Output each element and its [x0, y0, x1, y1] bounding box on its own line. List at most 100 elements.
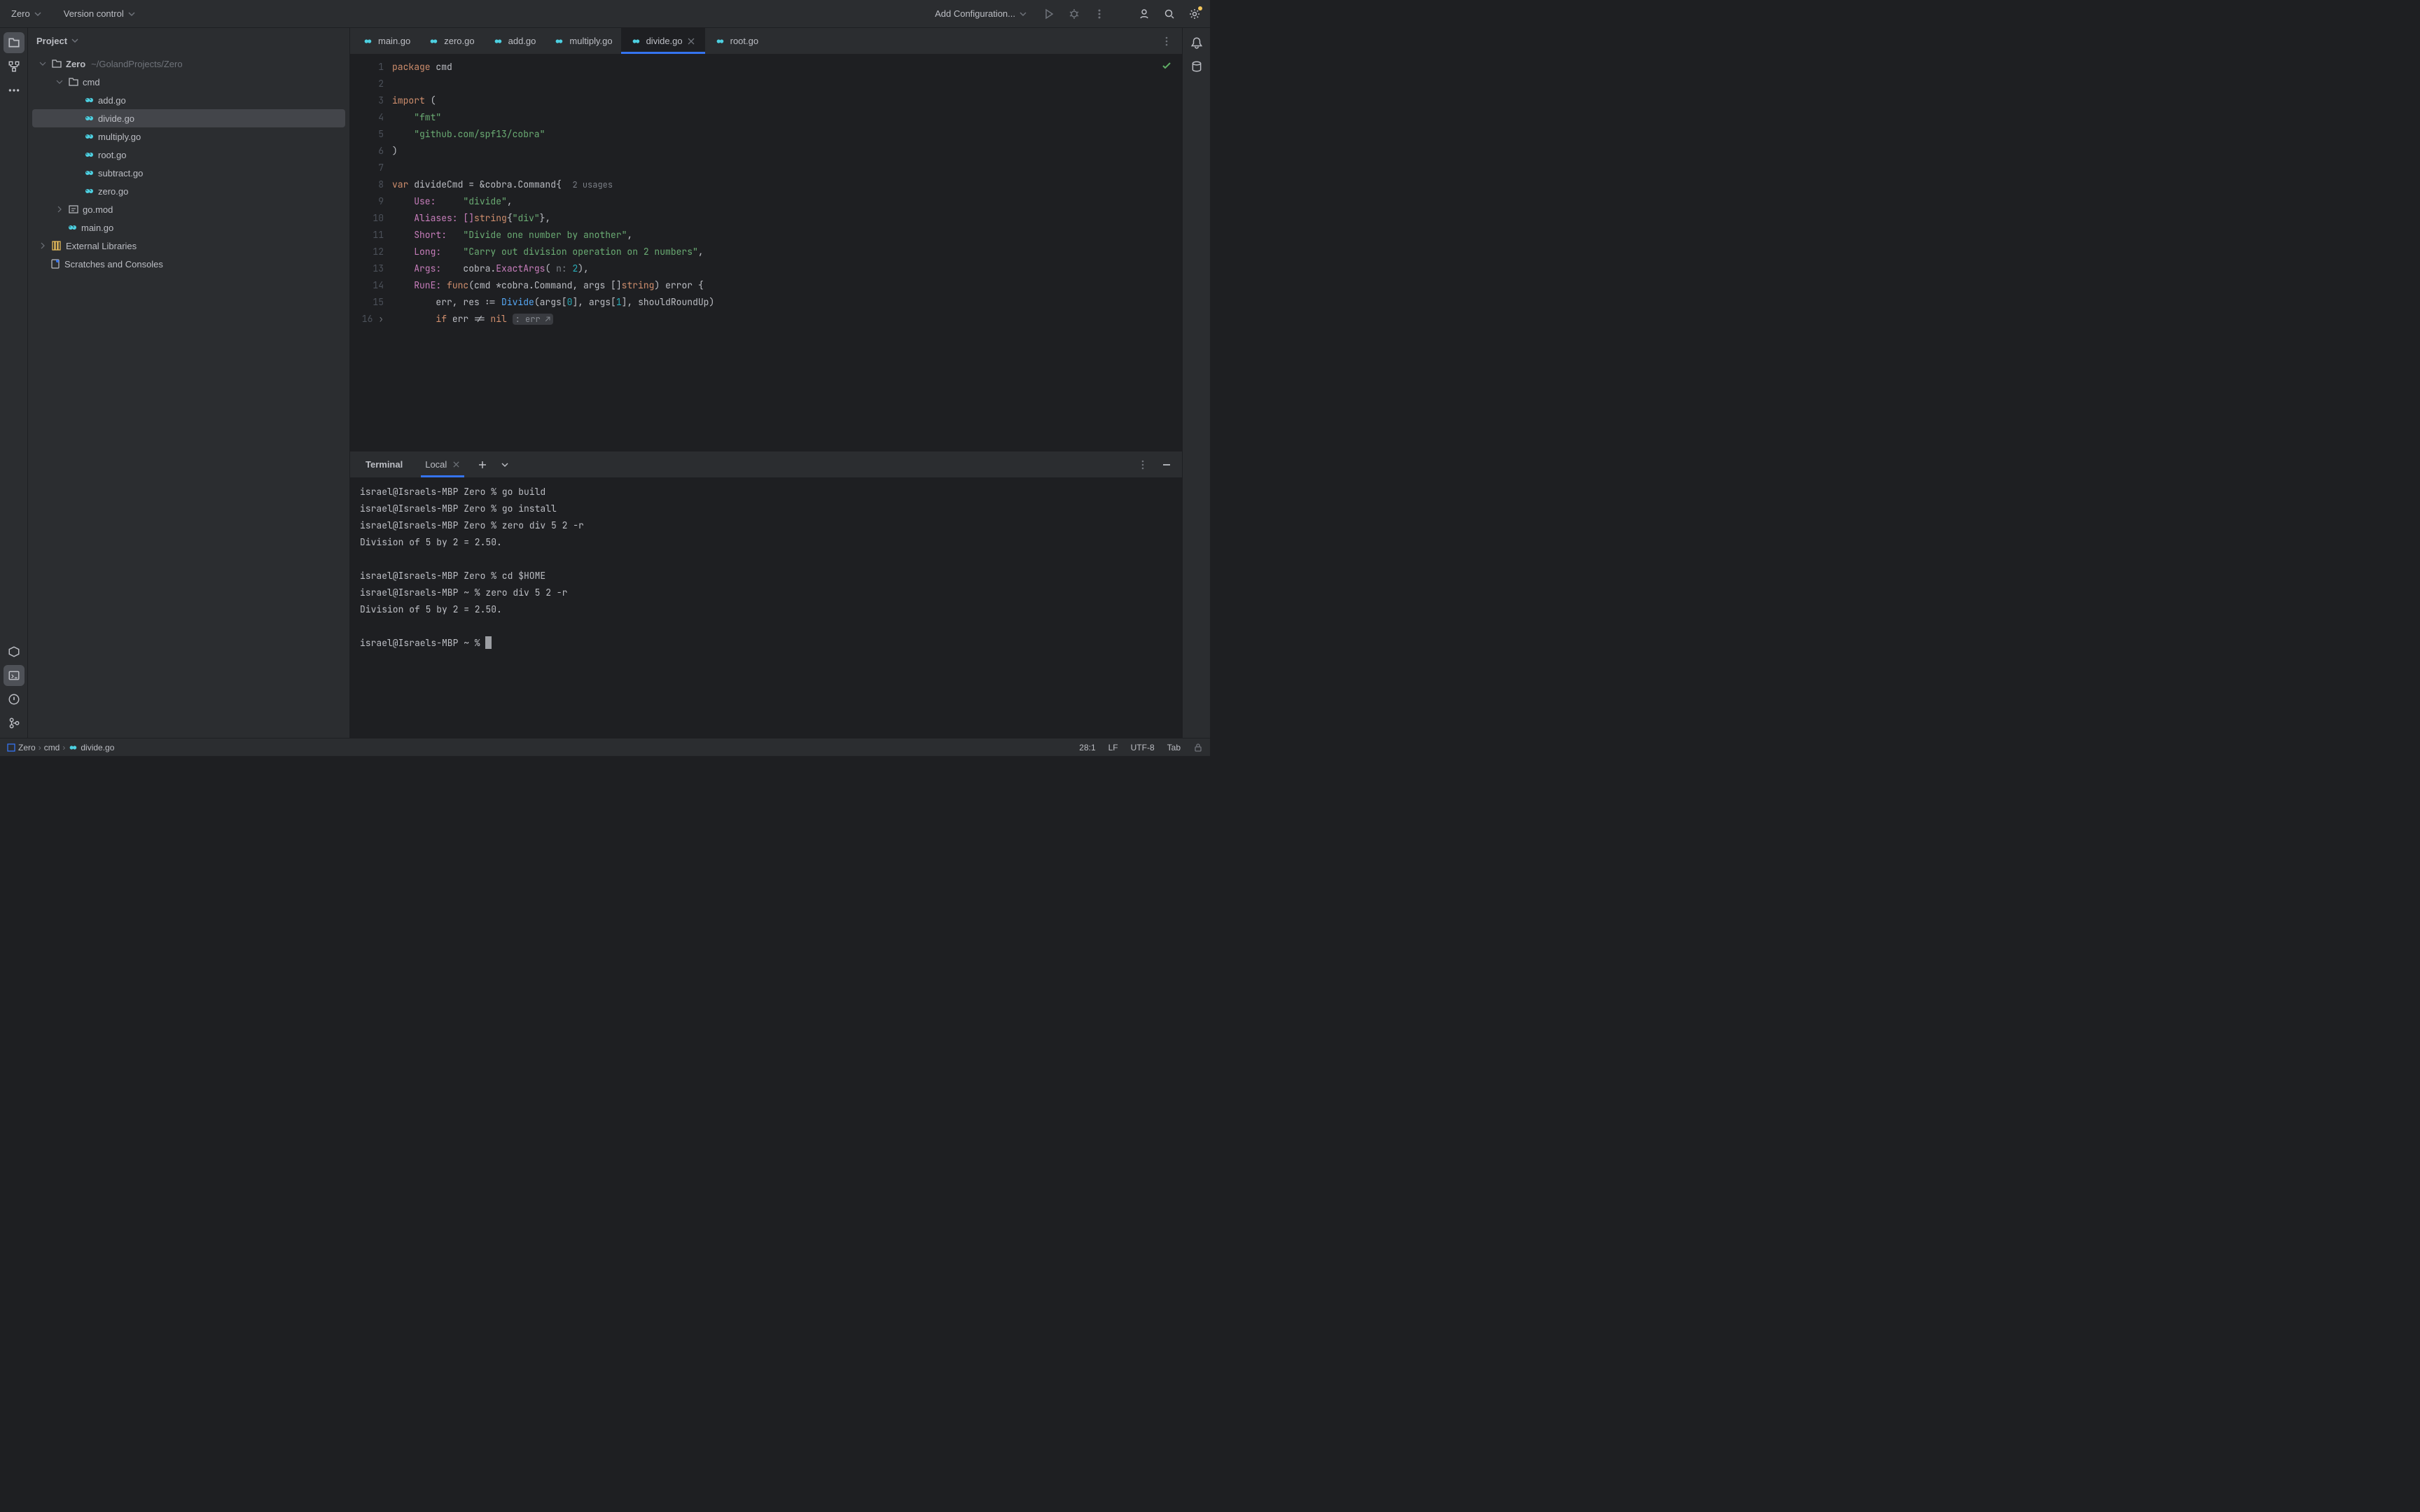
breadcrumbs[interactable]: Zero › cmd › divide.go [7, 743, 114, 752]
tab-label: main.go [378, 36, 410, 46]
chevron-down-icon [1020, 10, 1027, 18]
line-separator[interactable]: LF [1108, 743, 1118, 752]
project-menu[interactable]: Zero [6, 6, 47, 22]
terminal-output[interactable]: israel@Israels-MBP Zero % go build israe… [350, 478, 1182, 738]
new-terminal-button[interactable] [473, 455, 492, 475]
more-toolwindows-button[interactable] [4, 80, 25, 101]
indent-setting[interactable]: Tab [1167, 743, 1181, 752]
chevron-down-icon[interactable] [38, 60, 48, 67]
chevron-down-icon [128, 10, 135, 18]
terminal-session-tab[interactable]: Local [415, 451, 470, 477]
problems-toolwindow-button[interactable] [4, 689, 25, 710]
chevron-right-icon[interactable] [38, 242, 48, 249]
tab-label: add.go [508, 36, 536, 46]
settings-button[interactable] [1185, 4, 1204, 24]
close-tab-icon[interactable] [452, 461, 460, 468]
chevron-down-icon[interactable] [55, 78, 64, 85]
tree-file-gomod[interactable]: go.mod [32, 200, 345, 218]
status-bar: Zero › cmd › divide.go 28:1 LF UTF-8 Tab [0, 738, 1210, 756]
tab-label: root.go [730, 36, 758, 46]
code-with-me-button[interactable] [1134, 4, 1154, 24]
editor-tab-zero[interactable]: zero.go [419, 28, 482, 54]
editor-tab-root[interactable]: root.go [705, 28, 767, 54]
vcs-menu[interactable]: Version control [58, 6, 141, 22]
right-toolwindow-stripe [1182, 28, 1210, 738]
project-tree[interactable]: Zero ~/GolandProjects/Zero cmd add.go di… [28, 53, 349, 738]
tree-root[interactable]: Zero ~/GolandProjects/Zero [32, 55, 345, 73]
editor-content[interactable]: package cmd import ( "fmt" "github.com/s… [392, 55, 1182, 451]
tree-file-label: zero.go [98, 186, 128, 197]
go-file-icon [427, 36, 440, 46]
structure-toolwindow-button[interactable] [4, 56, 25, 77]
run-config-selector[interactable]: Add Configuration... [928, 6, 1034, 22]
readonly-lock-icon[interactable] [1193, 743, 1203, 752]
editor-tab-multiply[interactable]: multiply.go [544, 28, 620, 54]
tabs-more-button[interactable] [1157, 31, 1176, 51]
terminal-title-tab[interactable]: Terminal [356, 451, 412, 477]
tree-file-label: main.go [81, 223, 113, 233]
folder-icon [50, 58, 63, 69]
go-file-icon [361, 36, 374, 46]
tree-file-divide[interactable]: divide.go [32, 109, 345, 127]
chevron-right-icon[interactable] [55, 206, 64, 213]
tree-file-label: subtract.go [98, 168, 143, 178]
terminal-dropdown-button[interactable] [495, 455, 515, 475]
inspections-status-icon[interactable] [1161, 60, 1172, 71]
database-button[interactable] [1186, 56, 1207, 77]
chevron-down-icon [34, 10, 41, 18]
tree-file-multiply[interactable]: multiply.go [32, 127, 345, 146]
search-everywhere-button[interactable] [1160, 4, 1179, 24]
tree-external-libraries[interactable]: External Libraries [32, 237, 345, 255]
editor[interactable]: 12345678910111213141516 › package cmd im… [350, 55, 1182, 451]
editor-tab-divide[interactable]: divide.go [621, 28, 705, 54]
editor-gutter[interactable]: 12345678910111213141516 › [350, 55, 392, 451]
terminal-toolwindow-button[interactable] [4, 665, 25, 686]
notifications-button[interactable] [1186, 32, 1207, 53]
file-encoding[interactable]: UTF-8 [1131, 743, 1155, 752]
tab-label: divide.go [646, 36, 683, 46]
breadcrumb-item[interactable]: Zero [18, 743, 36, 752]
run-button[interactable] [1039, 4, 1059, 24]
usages-hint[interactable]: 2 usages [572, 179, 613, 190]
library-icon [50, 240, 63, 251]
editor-tab-add[interactable]: add.go [483, 28, 545, 54]
tree-label: External Libraries [66, 241, 137, 251]
chevron-down-icon [71, 37, 78, 44]
tree-folder-label: cmd [83, 77, 100, 88]
terminal-tab-label: Local [425, 459, 447, 470]
editor-tabs: main.go zero.go add.go multiply.go divid… [350, 28, 1182, 55]
tree-file-root[interactable]: root.go [32, 146, 345, 164]
go-file-icon [630, 36, 642, 46]
project-toolwindow-button[interactable] [4, 32, 25, 53]
go-file-icon [83, 113, 95, 124]
tree-file-main[interactable]: main.go [32, 218, 345, 237]
project-header[interactable]: Project [28, 28, 349, 53]
left-toolwindow-stripe [0, 28, 28, 738]
vcs-toolwindow-button[interactable] [4, 713, 25, 734]
more-actions-button[interactable] [1090, 4, 1109, 24]
cursor-position[interactable]: 28:1 [1079, 743, 1095, 752]
tree-scratches[interactable]: Scratches and Consoles [32, 255, 345, 273]
terminal-options-button[interactable] [1133, 455, 1153, 475]
tab-label: multiply.go [569, 36, 612, 46]
hide-terminal-button[interactable] [1157, 455, 1176, 475]
tree-file-zero[interactable]: zero.go [32, 182, 345, 200]
main-toolbar: Zero Version control Add Configuration..… [0, 0, 1210, 28]
tree-file-label: divide.go [98, 113, 134, 124]
go-file-icon [83, 94, 95, 106]
tree-file-subtract[interactable]: subtract.go [32, 164, 345, 182]
breadcrumb-item[interactable]: cmd [44, 743, 60, 752]
close-tab-icon[interactable] [687, 37, 697, 46]
debug-button[interactable] [1064, 4, 1084, 24]
inlay-hint: : err ↗ [513, 314, 553, 325]
run-config-label: Add Configuration... [935, 8, 1015, 19]
go-file-icon [552, 36, 565, 46]
go-file-icon [714, 36, 726, 46]
scratches-icon [49, 258, 62, 270]
breadcrumb-item[interactable]: divide.go [81, 743, 114, 752]
tree-file-add[interactable]: add.go [32, 91, 345, 109]
tree-file-label: multiply.go [98, 132, 141, 142]
editor-tab-main[interactable]: main.go [353, 28, 419, 54]
services-toolwindow-button[interactable] [4, 641, 25, 662]
tree-folder-cmd[interactable]: cmd [32, 73, 345, 91]
